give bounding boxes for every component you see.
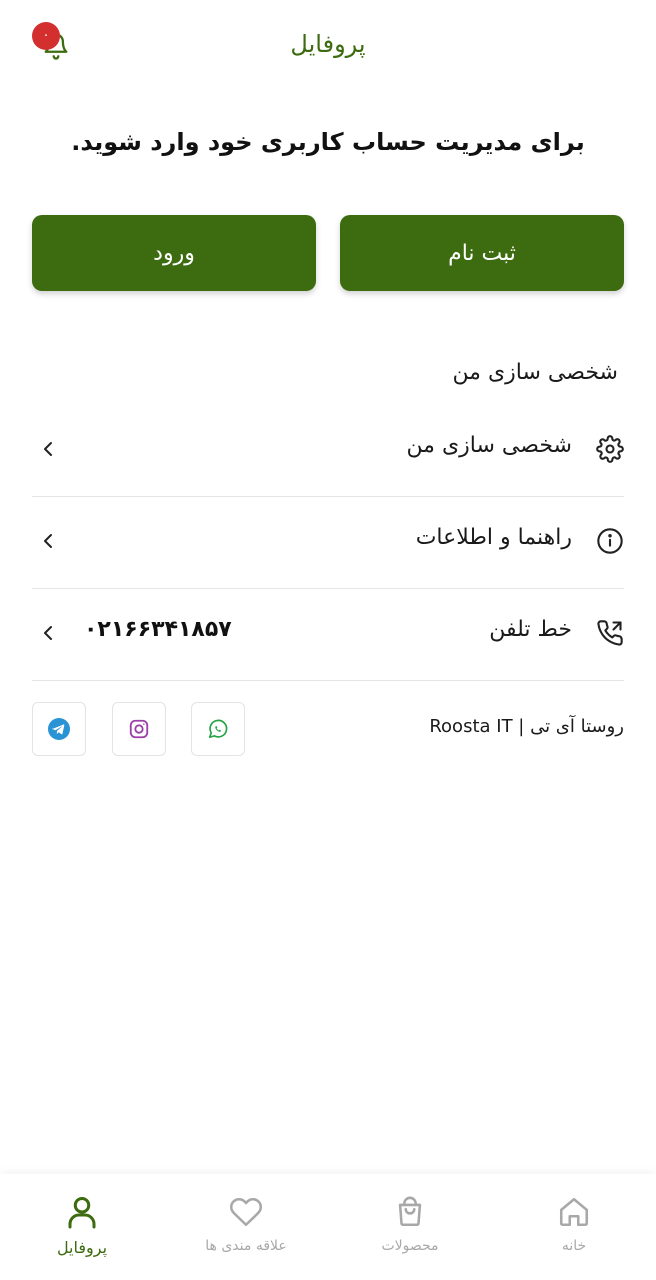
divider — [32, 680, 624, 681]
section-title: شخصی سازی من — [452, 360, 618, 385]
phone-icon — [597, 620, 623, 646]
menu-item-phone[interactable]: خط تلفن ۰۲۱۶۶۳۴۱۸۵۷ — [32, 589, 624, 681]
gear-icon — [596, 435, 624, 463]
nav-item-favorites[interactable]: علاقه مندی ها — [164, 1174, 328, 1280]
bottom-navigation: خانه محصولات علاقه مندی ها پروفایل — [0, 1174, 656, 1280]
menu-item-label: راهنما و اطلاعات — [415, 525, 572, 550]
chevron-left-icon — [44, 442, 52, 456]
nav-label: پروفایل — [56, 1238, 108, 1257]
nav-label: محصولات — [381, 1238, 439, 1254]
phone-number: ۰۲۱۶۶۳۴۱۸۵۷ — [84, 617, 232, 642]
telegram-button[interactable] — [32, 702, 86, 756]
menu-item-help[interactable]: راهنما و اطلاعات — [32, 497, 624, 589]
user-icon — [68, 1197, 96, 1229]
whatsapp-button[interactable] — [191, 702, 245, 756]
nav-label: علاقه مندی ها — [205, 1238, 287, 1254]
chevron-left-icon — [44, 534, 52, 548]
chevron-left-icon — [44, 626, 52, 640]
home-icon — [559, 1197, 589, 1227]
menu-item-label: شخصی سازی من — [406, 433, 572, 458]
page-title: پروفایل — [290, 30, 366, 58]
profile-screen: پروفایل ۰ برای مدیریت حساب کاربری خود وا… — [0, 0, 656, 1280]
whatsapp-icon — [208, 719, 228, 739]
telegram-icon — [48, 718, 70, 740]
notifications-button[interactable]: ۰ — [32, 22, 80, 70]
app-header: پروفایل ۰ — [0, 0, 656, 96]
login-prompt: برای مدیریت حساب کاربری خود وارد شوید. — [71, 128, 585, 156]
notification-badge: ۰ — [32, 22, 60, 50]
login-button[interactable]: ورود — [32, 215, 316, 291]
instagram-icon — [129, 719, 149, 739]
instagram-button[interactable] — [112, 702, 166, 756]
nav-label: خانه — [561, 1238, 587, 1254]
heart-icon — [229, 1197, 263, 1227]
menu-item-personalization[interactable]: شخصی سازی من — [32, 405, 624, 497]
brand-text: روستا آی تی | Roosta IT — [429, 716, 624, 737]
nav-item-profile[interactable]: پروفایل — [0, 1174, 164, 1280]
info-icon — [597, 528, 623, 554]
shopping-bag-icon — [398, 1196, 422, 1227]
nav-item-products[interactable]: محصولات — [328, 1174, 492, 1280]
register-button[interactable]: ثبت نام — [340, 215, 624, 291]
nav-item-home[interactable]: خانه — [492, 1174, 656, 1280]
menu-item-label: خط تلفن — [489, 617, 572, 642]
